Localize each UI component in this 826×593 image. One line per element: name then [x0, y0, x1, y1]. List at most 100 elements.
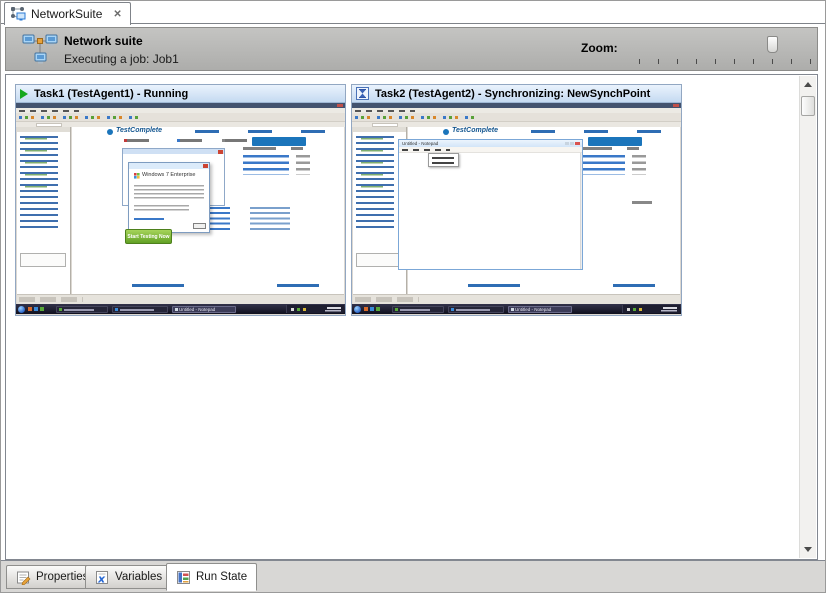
mini-system-tray	[622, 305, 680, 313]
mini-taskbar-button-1	[56, 306, 108, 313]
mini-notepad-window: Untitled - Notepad	[398, 139, 583, 270]
mini-recent-projects-header	[243, 147, 276, 150]
mini-dialog-titlebar	[129, 163, 209, 169]
mini-date-header	[627, 147, 639, 150]
mini-notepad-menu-items	[402, 149, 450, 151]
zoom-slider-tick	[810, 59, 811, 64]
mini-record-test-button	[124, 139, 149, 142]
synchronizing-icon	[356, 87, 369, 100]
mini-recent-project-dates	[632, 155, 646, 175]
windows-flag-icon	[134, 173, 140, 179]
mini-start-orb-icon	[18, 306, 25, 313]
mini-explorer-footer-box	[20, 253, 66, 267]
zoom-label: Zoom:	[581, 41, 618, 55]
mini-system-tray	[286, 305, 344, 313]
mini-notepad-title: Untitled - Notepad	[402, 141, 438, 146]
mini-taskbar-button-notepad: Untitled - Notepad	[172, 306, 236, 313]
mini-new-project-button	[177, 139, 202, 142]
mini-recent-project-dates	[296, 155, 310, 175]
mini-learn-it-button	[252, 137, 306, 146]
mini-background-window-close-icon	[218, 150, 223, 154]
task1-header[interactable]: Task1 (TestAgent1) - Running	[16, 85, 345, 103]
mini-explorer-header	[17, 127, 70, 132]
network-suite-icon	[22, 33, 58, 67]
mini-site-nav-links	[195, 130, 335, 133]
scrollbar-thumb[interactable]	[801, 96, 815, 116]
mini-dialog-title: Windows 7 Enterprise	[142, 172, 196, 178]
mini-menu-items	[355, 110, 415, 112]
zoom-slider-tick	[658, 59, 659, 64]
mini-footer-link-right	[277, 284, 319, 287]
mini-toolbar-buttons	[19, 116, 139, 119]
tab-run-state-label: Run State	[196, 571, 247, 583]
zoom-slider[interactable]	[635, 36, 815, 66]
task1-panel: Task1 (TestAgent1) - Running Te	[15, 84, 346, 316]
tab-variables-label: Variables	[115, 571, 162, 583]
run-state-view: Task1 (TestAgent1) - Running Te	[5, 74, 818, 560]
panel-tab-bar: Properties x Variables Run State	[1, 560, 825, 593]
task2-panel: Task2 (TestAgent2) - Synchronizing: NewS…	[351, 84, 682, 316]
mini-start-testing-button: Start Testing Now	[125, 229, 172, 244]
mini-dialog-text	[134, 185, 204, 201]
mini-site-nav-links	[531, 130, 671, 133]
mini-footer-link-left	[468, 284, 520, 287]
mini-ide-tab	[36, 123, 62, 127]
zoom-slider-tick	[715, 59, 716, 64]
zoom-slider-tick	[791, 59, 792, 64]
mini-project-tree-icons	[361, 138, 383, 198]
mini-notepad-titlebar: Untitled - Notepad	[399, 140, 582, 147]
suite-title: Network suite	[64, 34, 143, 48]
mini-site-logo: TestComplete	[452, 127, 498, 134]
zoom-slider-tick	[677, 59, 678, 64]
mini-sign-in-link	[632, 201, 652, 204]
task1-title: Task1 (TestAgent1) - Running	[34, 88, 188, 100]
mini-forum-authors	[250, 207, 290, 233]
suite-status: Executing a job: Job1	[64, 52, 179, 66]
mini-footer-link-left	[132, 284, 184, 287]
mini-recent-projects-header	[579, 147, 612, 150]
tab-networksuite[interactable]: NetworkSuite ✕	[4, 2, 131, 25]
mini-ok-button	[193, 223, 206, 229]
task1-screen-preview: TestComplete	[16, 103, 345, 315]
mini-browser-page: TestComplete	[72, 127, 344, 294]
mini-start-orb-icon	[354, 306, 361, 313]
zoom-slider-tick	[696, 59, 697, 64]
zoom-slider-thumb[interactable]	[767, 36, 778, 53]
scroll-up-icon	[804, 82, 812, 87]
mini-quicklaunch-icons	[28, 307, 45, 311]
networksuite-icon	[10, 6, 26, 22]
mini-date-header	[291, 147, 303, 150]
vertical-scrollbar[interactable]	[799, 76, 816, 558]
mini-explorer-footer-box	[356, 253, 402, 267]
mini-close-icon	[673, 104, 679, 107]
mini-close-icon	[337, 104, 343, 107]
mini-project-tree-icons	[25, 138, 47, 198]
mini-footer-link-right	[613, 284, 655, 287]
zoom-slider-tick	[772, 59, 773, 64]
task2-title: Task2 (TestAgent2) - Synchronizing: NewS…	[375, 88, 650, 100]
mini-testcomplete-gear-icon	[107, 129, 113, 135]
mini-learn-it-button	[588, 137, 642, 146]
mini-menu-items	[19, 110, 79, 112]
tab-variables[interactable]: x Variables	[85, 565, 172, 589]
mini-background-window-titlebar	[123, 149, 224, 154]
suite-header: Network suite Executing a job: Job1 Zoom…	[5, 27, 818, 71]
document-tab-strip: NetworkSuite ✕	[1, 1, 825, 24]
networksuite-panel: NetworkSuite ✕ Network suite	[0, 0, 826, 593]
mini-taskbar-button-2	[112, 306, 168, 313]
tab-close-icon[interactable]: ✕	[113, 9, 121, 20]
scroll-up-button[interactable]	[800, 76, 816, 93]
mini-recent-project-links	[243, 155, 289, 175]
tab-run-state[interactable]: Run State	[166, 563, 257, 591]
mini-ide-bottom-tabs	[19, 297, 83, 302]
task2-header[interactable]: Task2 (TestAgent2) - Synchronizing: NewS…	[352, 85, 681, 103]
run-state-icon	[176, 570, 191, 585]
mini-site-logo: TestComplete	[116, 127, 162, 134]
mini-notepad-menu-entries	[432, 157, 454, 165]
scroll-down-button[interactable]	[800, 541, 816, 558]
task2-screen-preview: TestComplete Untitled - Notepad	[352, 103, 681, 315]
mini-recent-project-links	[579, 155, 625, 175]
mini-project-explorer	[17, 127, 71, 294]
scroll-down-icon	[804, 547, 812, 552]
mini-taskbar-button-2	[448, 306, 504, 313]
